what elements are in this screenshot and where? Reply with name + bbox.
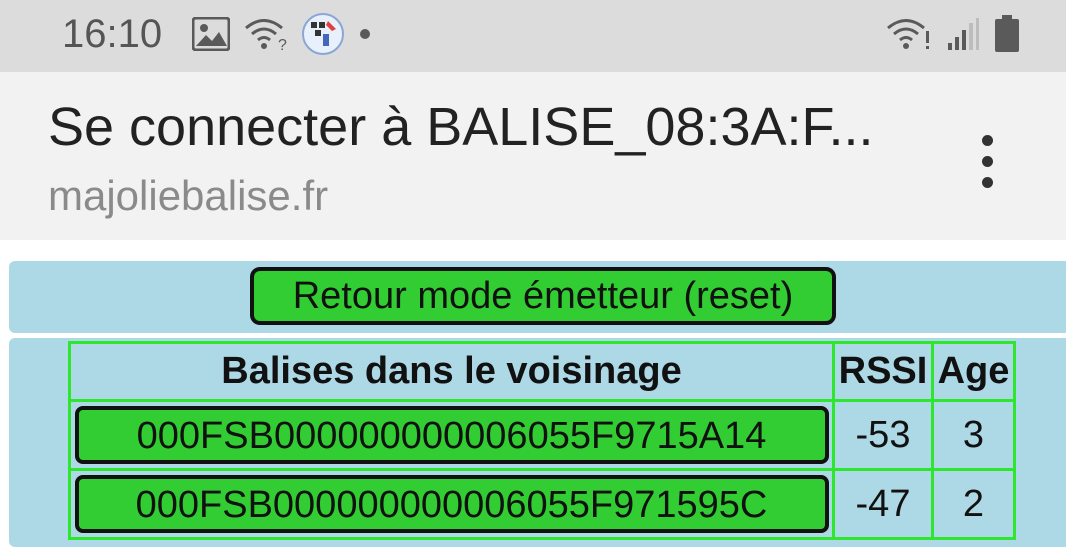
column-header-rssi: RSSI [832, 341, 934, 402]
page-domain: majoliebalise.fr [48, 172, 329, 219]
page-title: Se connecter à BALISE_08:3A:F... [48, 97, 874, 157]
age-cell: 2 [931, 468, 1016, 540]
battery-icon [994, 14, 1020, 58]
menu-dot [981, 155, 993, 167]
beacons-table: Balises dans le voisinage RSSI Age 000FS… [68, 341, 1016, 540]
column-header-age: Age [931, 341, 1016, 402]
wifi-question-icon: ? [244, 17, 288, 56]
app-icon [302, 12, 344, 60]
svg-text:?: ? [278, 37, 287, 51]
more-vertical-icon[interactable] [962, 126, 1012, 196]
age-cell: 3 [931, 399, 1016, 471]
beacon-button[interactable]: 000FSB000000000006055F9715A14 [74, 406, 829, 464]
table-row: 000FSB000000000006055F9715A14 -53 3 [68, 399, 1016, 471]
reset-button[interactable]: Retour mode émetteur (reset) [250, 267, 836, 325]
beacon-cell: 000FSB000000000006055F9715A14 [68, 399, 835, 471]
status-time: 16:10 [62, 12, 163, 56]
wifi-alert-icon [886, 17, 932, 56]
rssi-cell: -53 [832, 399, 934, 471]
status-left-icons: ? [191, 12, 372, 60]
table-row: 000FSB000000000006055F971595C -47 2 [68, 468, 1016, 540]
status-bar: 16:10 ? [0, 0, 1066, 72]
beacon-cell: 000FSB000000000006055F971595C [68, 468, 835, 540]
rssi-cell: -47 [832, 468, 934, 540]
menu-dot [981, 176, 993, 188]
table-header-row: Balises dans le voisinage RSSI Age [68, 341, 1016, 402]
column-header-beacons: Balises dans le voisinage [68, 341, 835, 402]
beacons-panel: Balises dans le voisinage RSSI Age 000FS… [9, 338, 1066, 547]
browser-header: Se connecter à BALISE_08:3A:F... majolie… [0, 72, 1066, 240]
dot-icon [358, 27, 372, 46]
beacon-button[interactable]: 000FSB000000000006055F971595C [74, 475, 829, 533]
image-icon [191, 16, 231, 56]
menu-dot [981, 134, 993, 146]
status-right-icons [886, 14, 1020, 58]
reset-panel: Retour mode émetteur (reset) [9, 261, 1066, 333]
signal-icon [946, 17, 980, 56]
